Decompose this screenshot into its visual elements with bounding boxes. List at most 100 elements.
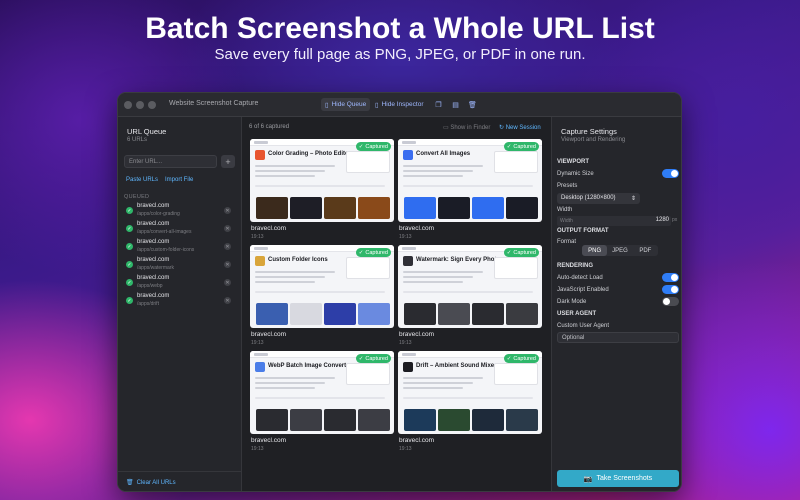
url-input[interactable]: Enter URL... [124, 155, 217, 168]
text-line [255, 170, 325, 172]
text-line [403, 291, 533, 293]
thumbnail-image [358, 409, 390, 431]
thumbnail-image [506, 303, 538, 325]
list-item[interactable]: ✓ bravecl.com/apps/webp ✕ [124, 275, 234, 292]
text-line [403, 170, 473, 172]
toggle-knob [663, 298, 670, 305]
page-title: Drift – Ambient Sound Mixer [416, 363, 497, 369]
remove-icon[interactable]: ✕ [224, 243, 231, 250]
viewport-section-title: VIEWPORT [557, 159, 590, 165]
card-time: 19:13 [251, 446, 264, 452]
remove-icon[interactable]: ✕ [224, 225, 231, 232]
screenshot-thumbnail[interactable]: Watermark: Sign Every Photo ✓ Captured [398, 245, 542, 328]
screenshot-thumbnail[interactable]: Drift – Ambient Sound Mixer ✓ Captured [398, 351, 542, 434]
list-item[interactable]: ✓ bravecl.com/apps/convert-all-images ✕ [124, 221, 234, 238]
clear-all-button[interactable]: 🗑 Clear All URLs [126, 479, 176, 487]
text-line [255, 165, 335, 167]
text-line [403, 387, 463, 389]
format-label: Format [557, 239, 577, 245]
captured-badge: ✓ Captured [355, 142, 391, 151]
text-line [403, 382, 473, 384]
queue-item-path: /apps/color-grading [137, 211, 180, 217]
card-time: 19:13 [251, 234, 264, 240]
copy-icon[interactable]: ❐ [432, 98, 445, 111]
thumbnail-image [358, 197, 390, 219]
trash-icon[interactable]: 🗑 [466, 98, 479, 111]
page-title: Custom Folder Icons [268, 257, 328, 263]
format-png[interactable]: PNG [582, 245, 608, 256]
show-in-finder-label: Show in Finder [450, 125, 491, 131]
captured-label: Captured [365, 249, 388, 256]
app-window: Website Screenshot Capture ▯ Hide Queue … [117, 92, 682, 492]
remove-icon[interactable]: ✕ [224, 279, 231, 286]
thumbnail-image [404, 409, 436, 431]
thumbnail-image [324, 303, 356, 325]
zoom-window-button[interactable] [148, 101, 156, 109]
queue-item-host: bravecl.com [137, 293, 170, 299]
site-logo [254, 353, 268, 356]
thumbnail-image [506, 197, 538, 219]
inspector-subtitle: Viewport and Rendering [561, 137, 626, 143]
screenshot-thumbnail[interactable]: Color Grading – Photo Editor ✓ Captured [250, 139, 394, 222]
import-file-link[interactable]: Import File [165, 177, 193, 183]
text-line [403, 271, 483, 273]
queue-title: URL Queue [127, 127, 167, 136]
close-window-button[interactable] [124, 101, 132, 109]
info-card [494, 257, 538, 279]
add-url-button[interactable]: + [221, 155, 235, 168]
javascript-label: JavaScript Enabled [557, 287, 609, 293]
checkmark-icon: ✓ [126, 261, 133, 268]
screenshot-gallery: 6 of 6 captured ▭ Show in Finder ↻ New S… [243, 117, 551, 491]
screenshot-thumbnail[interactable]: WebP Batch Image Converter ✓ Captured [250, 351, 394, 434]
minimize-window-button[interactable] [136, 101, 144, 109]
text-line [255, 185, 385, 187]
show-in-finder-button[interactable]: ▭ Show in Finder [443, 124, 490, 131]
list-item[interactable]: ✓ bravecl.com/apps/color-grading ✕ [124, 203, 234, 220]
list-item[interactable]: ✓ bravecl.com/apps/drift ✕ [124, 293, 234, 310]
thumbnail-image [404, 197, 436, 219]
text-line [403, 276, 473, 278]
checkmark-icon: ✓ [126, 243, 133, 250]
width-field[interactable]: Width 1280 [557, 216, 671, 226]
text-line [255, 397, 385, 399]
remove-icon[interactable]: ✕ [224, 261, 231, 268]
output-section-title: OUTPUT FORMAT [557, 228, 609, 234]
format-jpeg[interactable]: JPEG [607, 245, 632, 256]
new-session-button[interactable]: ↻ New Session [499, 124, 541, 131]
thumbnail-strip [398, 409, 542, 434]
screenshot-thumbnail[interactable]: Convert All Images ✓ Captured [398, 139, 542, 222]
paste-urls-link[interactable]: Paste URLs [126, 177, 158, 183]
take-screenshots-button[interactable]: 📷 Take Screenshots [557, 470, 679, 487]
screenshot-thumbnail[interactable]: Custom Folder Icons ✓ Captured [250, 245, 394, 328]
list-item[interactable]: ✓ bravecl.com/apps/watermark ✕ [124, 257, 234, 274]
width-value: 1280 [655, 217, 669, 223]
user-agent-field[interactable]: Optional [557, 332, 679, 343]
checkmark-icon: ✓ [506, 355, 512, 362]
text-line [403, 185, 533, 187]
dynamic-size-toggle[interactable] [662, 169, 679, 178]
card-time: 19:13 [399, 446, 412, 452]
remove-icon[interactable]: ✕ [224, 297, 231, 304]
hide-inspector-button[interactable]: ▯ Hide Inspector [371, 98, 428, 111]
document-icon[interactable]: ▤ [449, 98, 462, 111]
queue-item-path: /apps/watermark [137, 265, 174, 271]
dark-mode-toggle[interactable] [662, 297, 679, 306]
hide-queue-button[interactable]: ▯ Hide Queue [321, 98, 371, 111]
app-icon [403, 256, 413, 266]
info-card [494, 151, 538, 173]
checkmark-icon: ✓ [506, 143, 512, 150]
title-bar: Website Screenshot Capture ▯ Hide Queue … [118, 93, 681, 117]
site-logo [402, 141, 416, 144]
format-pdf[interactable]: PDF [633, 245, 658, 256]
remove-icon[interactable]: ✕ [224, 207, 231, 214]
checkmark-icon: ✓ [126, 225, 133, 232]
javascript-toggle[interactable] [662, 285, 679, 294]
preset-select[interactable]: Desktop (1280×800) ⇕ [557, 193, 640, 204]
text-line [403, 377, 483, 379]
text-line [403, 397, 533, 399]
text-line [255, 281, 315, 283]
auto-detect-toggle[interactable] [662, 273, 679, 282]
text-line [255, 291, 385, 293]
info-card [494, 363, 538, 385]
list-item[interactable]: ✓ bravecl.com/apps/custom-folder-icons ✕ [124, 239, 234, 256]
